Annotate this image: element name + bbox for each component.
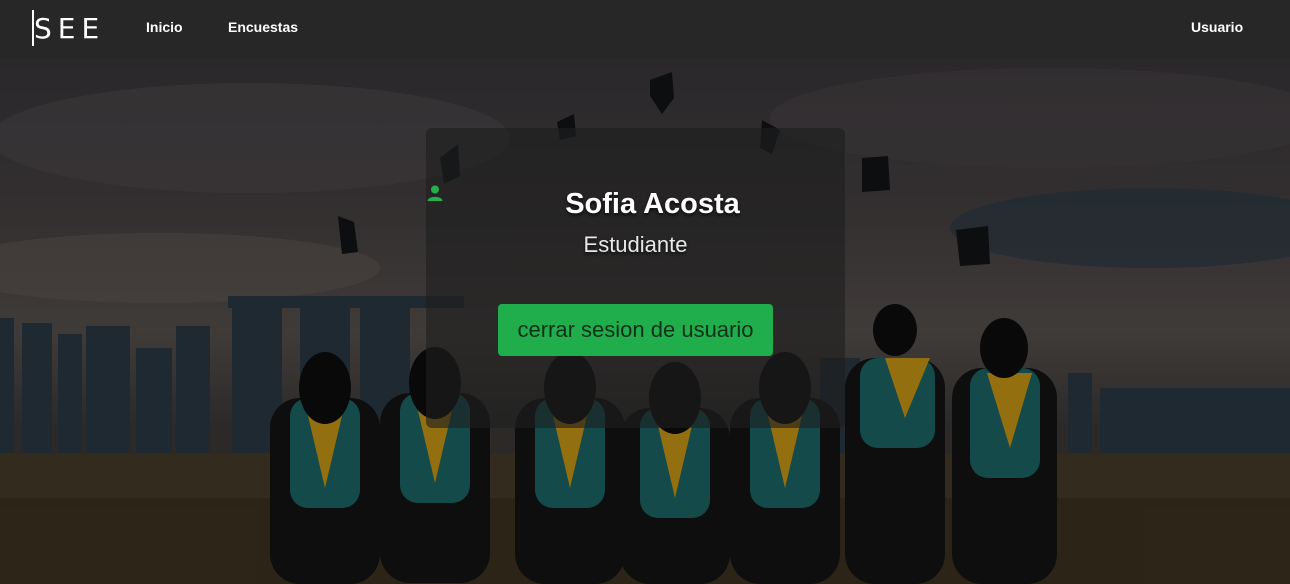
user-row: Sofia Acosta [426, 184, 845, 224]
user-icon [427, 185, 549, 213]
user-name: Sofia Acosta [565, 187, 740, 220]
brand-logo[interactable]: SEE [32, 10, 105, 46]
hero-background: Sofia Acosta Estudiante cerrar sesion de… [0, 58, 1290, 584]
logout-button[interactable]: cerrar sesion de usuario [498, 304, 773, 356]
profile-card: Sofia Acosta Estudiante cerrar sesion de… [426, 128, 845, 428]
top-navbar: SEE Inicio Encuestas Usuario [0, 0, 1290, 58]
user-role: Estudiante [583, 232, 688, 257]
nav-link-inicio[interactable]: Inicio [146, 19, 183, 35]
nav-link-encuestas[interactable]: Encuestas [228, 19, 298, 35]
nav-link-usuario[interactable]: Usuario [1191, 19, 1243, 35]
